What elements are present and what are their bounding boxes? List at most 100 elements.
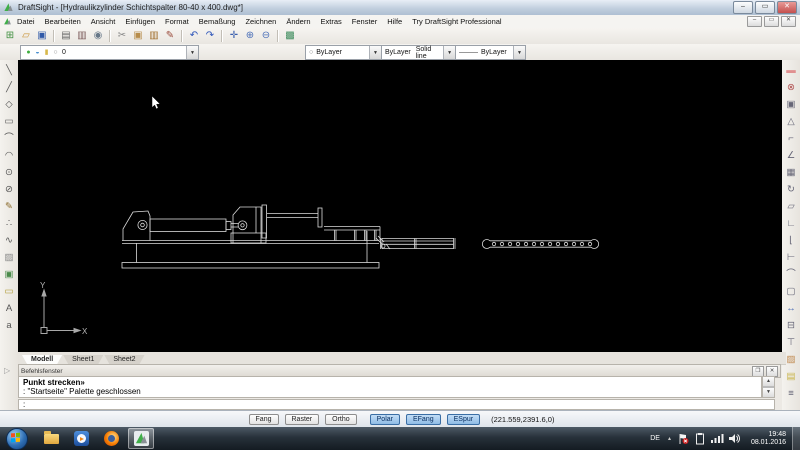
- stretch-icon[interactable]: ↔: [783, 301, 799, 318]
- layer-on-icon[interactable]: ●: [24, 47, 33, 58]
- rotate-icon[interactable]: ↻: [783, 182, 799, 199]
- command-history[interactable]: Punkt strecken» : "Startseite" Palette g…: [18, 376, 762, 398]
- menu-item-extras[interactable]: Extras: [316, 17, 347, 26]
- pattern-icon[interactable]: ▦: [783, 165, 799, 182]
- extend-icon[interactable]: ⊢: [783, 250, 799, 267]
- cut-icon[interactable]: ✂: [114, 29, 130, 43]
- note-icon[interactable]: A: [1, 301, 17, 318]
- region-icon[interactable]: ▭: [1, 284, 17, 301]
- color-combo-arrow-icon[interactable]: ▼: [369, 46, 381, 59]
- chamfer-edge-icon[interactable]: ∠: [783, 148, 799, 165]
- command-float-icon[interactable]: ❐: [752, 366, 764, 377]
- print-settings-icon[interactable]: ▥: [74, 29, 90, 43]
- layers-panel-icon[interactable]: ▤: [783, 369, 799, 386]
- volume-icon[interactable]: [729, 433, 741, 444]
- zoom-out-icon[interactable]: ⊖: [258, 29, 274, 43]
- restore-icon[interactable]: ▭: [755, 1, 775, 14]
- arc-3-point-icon[interactable]: ◠: [1, 148, 17, 165]
- mdi-close-icon[interactable]: ✕: [781, 16, 796, 27]
- erase-icon[interactable]: ▬: [783, 63, 799, 80]
- format-brush-icon[interactable]: ✎: [162, 29, 178, 43]
- clock[interactable]: 19:48 08.01.2016: [751, 431, 786, 447]
- menu-item-fenster[interactable]: Fenster: [347, 17, 382, 26]
- esnap-toggle[interactable]: EFang: [406, 414, 441, 425]
- linestyle-combo-arrow-icon[interactable]: ▼: [443, 46, 455, 59]
- edit-polyline-icon[interactable]: ▢: [783, 284, 799, 301]
- layer-unlock-icon[interactable]: ▮: [42, 47, 51, 58]
- lineweight-combo[interactable]: ——— ByLayer ▼: [455, 45, 526, 60]
- options-palette-icon[interactable]: ▩: [282, 29, 298, 43]
- polygon-icon[interactable]: ◇: [1, 97, 17, 114]
- command-input[interactable]: :: [18, 399, 775, 410]
- open-folder-icon[interactable]: ▱: [18, 29, 34, 43]
- minimize-icon[interactable]: –: [733, 1, 753, 14]
- freehand-icon[interactable]: ∿: [1, 233, 17, 250]
- taskbar-firefox-button[interactable]: [98, 428, 124, 449]
- hidden-icons-icon[interactable]: ▴: [668, 435, 671, 442]
- copy-entities-icon[interactable]: ▣: [783, 97, 799, 114]
- menu-item-bemassung[interactable]: Bemaßung: [194, 17, 241, 26]
- mdi-restore-icon[interactable]: ▭: [764, 16, 779, 27]
- hatch-icon[interactable]: ▨: [1, 250, 17, 267]
- power-trim-icon[interactable]: ⌊: [783, 233, 799, 250]
- linestyle-combo[interactable]: ByLayer Solid line ▼: [381, 45, 456, 60]
- attach-drawing-icon[interactable]: ▣: [1, 267, 17, 284]
- split-icon[interactable]: ⊟: [783, 318, 799, 335]
- menu-item-einfuegen[interactable]: Einfügen: [120, 17, 160, 26]
- menu-item-datei[interactable]: Datei: [12, 17, 40, 26]
- ortho-toggle[interactable]: Ortho: [325, 414, 357, 425]
- tab-modell[interactable]: Modell: [22, 355, 62, 364]
- etrack-toggle[interactable]: ESpur: [447, 414, 480, 425]
- snap-toggle[interactable]: Fang: [249, 414, 279, 425]
- scroll-down-icon[interactable]: ▼: [763, 387, 774, 397]
- layer-manager-icon[interactable]: [2, 45, 18, 59]
- menu-item-bearbeiten[interactable]: Bearbeiten: [40, 17, 86, 26]
- power-erase-icon[interactable]: ⊗: [783, 80, 799, 97]
- weld-icon[interactable]: ⊤: [783, 335, 799, 352]
- device-icon[interactable]: [695, 433, 705, 445]
- save-icon[interactable]: ▣: [34, 29, 50, 43]
- copy-icon[interactable]: ▣: [130, 29, 146, 43]
- simple-note-icon[interactable]: a: [1, 318, 17, 335]
- menu-item-aendern[interactable]: Ändern: [281, 17, 315, 26]
- menu-item-zeichnen[interactable]: Zeichnen: [240, 17, 281, 26]
- new-file-icon[interactable]: ⊞: [2, 29, 18, 43]
- offset-icon[interactable]: ⌐: [783, 131, 799, 148]
- paste-icon[interactable]: ▥: [146, 29, 162, 43]
- mdi-minimize-icon[interactable]: –: [747, 16, 762, 27]
- layer-color-icon[interactable]: ○: [51, 47, 60, 58]
- layer-combo[interactable]: ●◒▮○ 0 ▼: [20, 45, 199, 60]
- circle-icon[interactable]: ⊙: [1, 165, 17, 182]
- scale-icon[interactable]: ▱: [783, 199, 799, 216]
- spline-icon[interactable]: ✎: [1, 199, 17, 216]
- layer-thaw-icon[interactable]: ◒: [33, 47, 42, 58]
- redo-icon[interactable]: ↷: [202, 29, 218, 43]
- start-button[interactable]: [6, 428, 28, 450]
- command-scrollbar[interactable]: ▲ ▼: [762, 376, 775, 398]
- rectangle-icon[interactable]: ▭: [1, 114, 17, 131]
- zoom-in-icon[interactable]: ⊕: [242, 29, 258, 43]
- polar-toggle[interactable]: Polar: [370, 414, 400, 425]
- close-icon[interactable]: ✕: [777, 1, 797, 14]
- menu-item-format[interactable]: Format: [160, 17, 194, 26]
- show-desktop-button[interactable]: [792, 427, 800, 450]
- mirror-icon[interactable]: △: [783, 114, 799, 131]
- ellipse-icon[interactable]: ⊘: [1, 182, 17, 199]
- grid-toggle[interactable]: Raster: [285, 414, 320, 425]
- line-icon[interactable]: ╲: [1, 63, 17, 80]
- print-preview-icon[interactable]: ◉: [90, 29, 106, 43]
- tab-sheet1[interactable]: Sheet1: [63, 355, 103, 364]
- fillet-icon[interactable]: ⌒: [783, 267, 799, 284]
- action-center-icon[interactable]: [678, 433, 689, 445]
- color-combo[interactable]: ○ ByLayer ▼: [305, 45, 382, 60]
- arc-icon[interactable]: ⌒: [1, 131, 17, 148]
- undo-icon[interactable]: ↶: [186, 29, 202, 43]
- lineweight-combo-arrow-icon[interactable]: ▼: [513, 46, 525, 59]
- trim-icon[interactable]: ∟: [783, 216, 799, 233]
- network-icon[interactable]: [711, 433, 724, 444]
- point-icon[interactable]: ∴: [1, 216, 17, 233]
- menu-item-try-professional[interactable]: Try DraftSight Professional: [407, 17, 506, 26]
- taskbar-mediaplayer-button[interactable]: [68, 428, 94, 449]
- menu-item-ansicht[interactable]: Ansicht: [86, 17, 121, 26]
- pan-icon[interactable]: ✛: [226, 29, 242, 43]
